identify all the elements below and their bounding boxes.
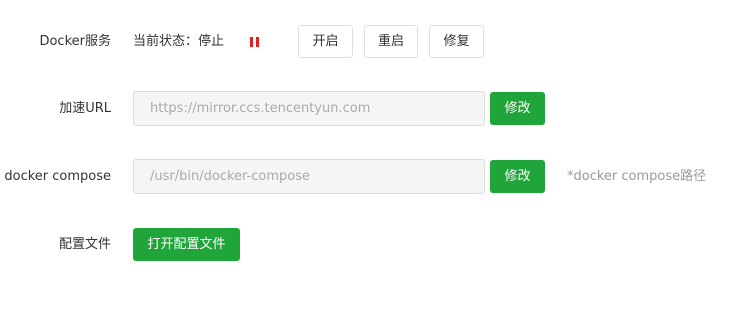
compose-path-hint: *docker compose路径 — [567, 169, 707, 184]
docker-compose-label: docker compose — [4, 169, 111, 184]
modify-mirror-button[interactable]: 修改 — [490, 92, 545, 125]
docker-service-label: Docker服务 — [39, 34, 111, 49]
docker-compose-row: docker compose /usr/bin/docker-compose 修… — [0, 159, 729, 195]
mirror-url-row: 加速URL https://mirror.ccs.tencentyun.com … — [0, 91, 729, 127]
start-button[interactable]: 开启 — [298, 25, 353, 58]
docker-settings-panel: Docker服务 当前状态：停止 开启 重启 修复 加速URL https://… — [0, 0, 729, 309]
pause-icon — [250, 37, 259, 47]
config-file-row: 配置文件 打开配置文件 — [0, 227, 729, 263]
repair-button[interactable]: 修复 — [429, 25, 484, 58]
config-file-label: 配置文件 — [58, 237, 111, 252]
service-status-text: 当前状态：停止 — [133, 34, 225, 49]
mirror-url-label: 加速URL — [59, 101, 111, 116]
docker-service-row: Docker服务 当前状态：停止 开启 重启 修复 — [0, 24, 729, 60]
open-config-file-button[interactable]: 打开配置文件 — [133, 228, 240, 261]
mirror-url-input[interactable]: https://mirror.ccs.tencentyun.com — [133, 91, 485, 126]
modify-compose-button[interactable]: 修改 — [490, 160, 545, 193]
docker-compose-path-input[interactable]: /usr/bin/docker-compose — [133, 159, 485, 194]
restart-button[interactable]: 重启 — [364, 25, 418, 58]
